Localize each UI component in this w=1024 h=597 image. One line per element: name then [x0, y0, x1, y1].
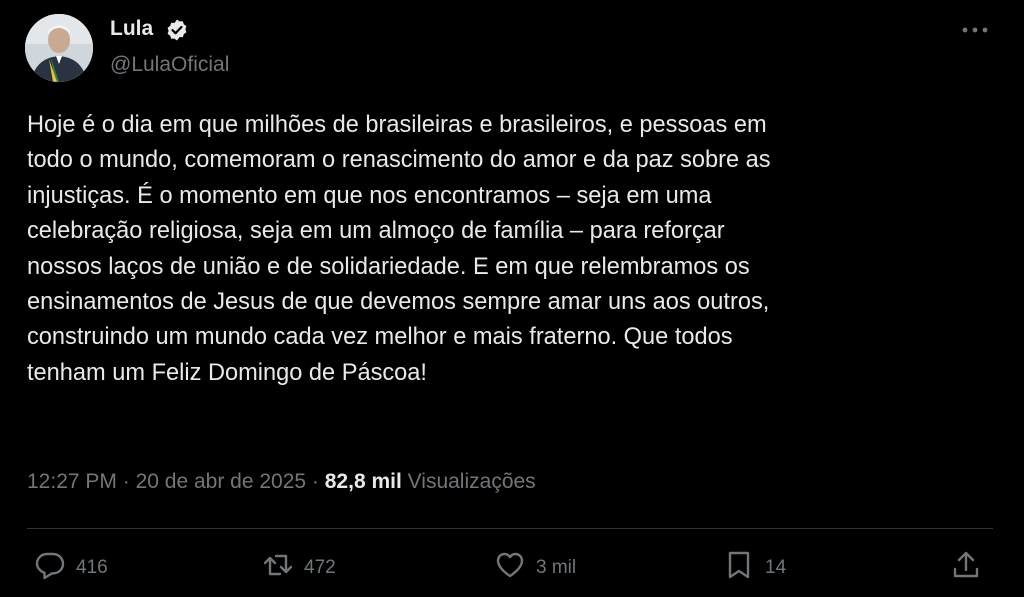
reply-button[interactable]: 416	[34, 552, 108, 584]
reply-icon	[34, 549, 66, 587]
tweet-time[interactable]: 12:27 PM	[27, 470, 117, 493]
tweet-date[interactable]: 20 de abr de 2025	[136, 470, 306, 493]
author-display-name[interactable]: Lula	[110, 16, 153, 42]
like-button[interactable]: 3 mil	[494, 552, 576, 584]
tweet: Lula @LulaOficial Hoje é o dia em que mi…	[0, 0, 1024, 597]
reply-count: 416	[76, 557, 108, 578]
repost-count: 472	[304, 557, 336, 578]
more-icon[interactable]	[958, 16, 992, 44]
share-icon	[950, 549, 982, 587]
bookmark-count: 14	[765, 557, 787, 578]
bookmark-icon	[723, 549, 755, 587]
like-count: 3 mil	[536, 557, 577, 578]
views-label[interactable]: Visualizações	[408, 470, 536, 493]
divider	[27, 528, 993, 529]
bookmark-button[interactable]: 14	[723, 549, 787, 587]
repost-icon	[262, 549, 294, 587]
avatar-photo	[25, 14, 93, 82]
verified-badge-icon[interactable]	[165, 18, 189, 42]
avatar[interactable]	[25, 14, 93, 82]
share-button[interactable]	[950, 549, 982, 587]
repost-button[interactable]: 472	[262, 552, 336, 584]
views-count[interactable]: 82,8 mil	[325, 470, 402, 493]
meta-separator: ·	[311, 470, 319, 493]
tweet-text: Hoje é o dia em que milhões de brasileir…	[27, 112, 771, 386]
author-handle[interactable]: @LulaOficial	[110, 52, 229, 78]
tweet-meta: 12:27 PM · 20 de abr de 2025 · 82,8 mil …	[27, 468, 536, 496]
meta-separator: ·	[122, 470, 130, 493]
like-icon	[494, 549, 526, 587]
